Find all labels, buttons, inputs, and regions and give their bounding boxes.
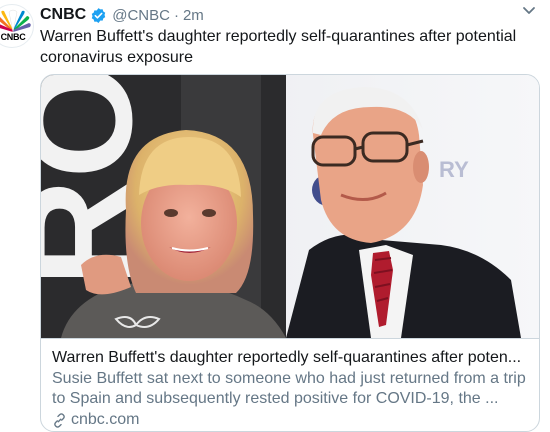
link-card[interactable]: ROO RY xyxy=(40,74,540,432)
chevron-down-icon[interactable] xyxy=(522,6,536,16)
avatar-label: CNBC xyxy=(0,32,26,42)
tweet[interactable]: CNBC CNBC @CNBC · 2m Warren Buffett's da… xyxy=(0,0,550,432)
backdrop-text-right: RY xyxy=(439,157,469,182)
separator-dot: · xyxy=(173,6,179,24)
card-title[interactable]: Warren Buffett's daughter reportedly sel… xyxy=(52,348,530,368)
card-domain-label: cnbc.com xyxy=(71,411,140,428)
card-image[interactable]: ROO RY xyxy=(41,75,539,338)
card-domain[interactable]: cnbc.com xyxy=(52,411,530,429)
nbc-peacock-icon xyxy=(0,9,31,33)
author-handle[interactable]: @CNBC xyxy=(112,7,170,24)
card-body[interactable]: Warren Buffett's daughter reportedly sel… xyxy=(41,338,539,431)
card-photo: ROO RY xyxy=(41,75,539,338)
author-name[interactable]: CNBC xyxy=(40,6,86,24)
tweet-text: Warren Buffett's daughter reportedly sel… xyxy=(40,28,517,66)
avatar[interactable]: CNBC xyxy=(0,4,34,48)
verified-badge-icon xyxy=(91,8,106,23)
link-icon xyxy=(54,412,65,428)
card-description: Susie Buffett sat next to someone who ha… xyxy=(52,370,526,407)
tweet-header: CNBC @CNBC · 2m xyxy=(40,4,204,26)
timestamp[interactable]: 2m xyxy=(183,7,204,24)
